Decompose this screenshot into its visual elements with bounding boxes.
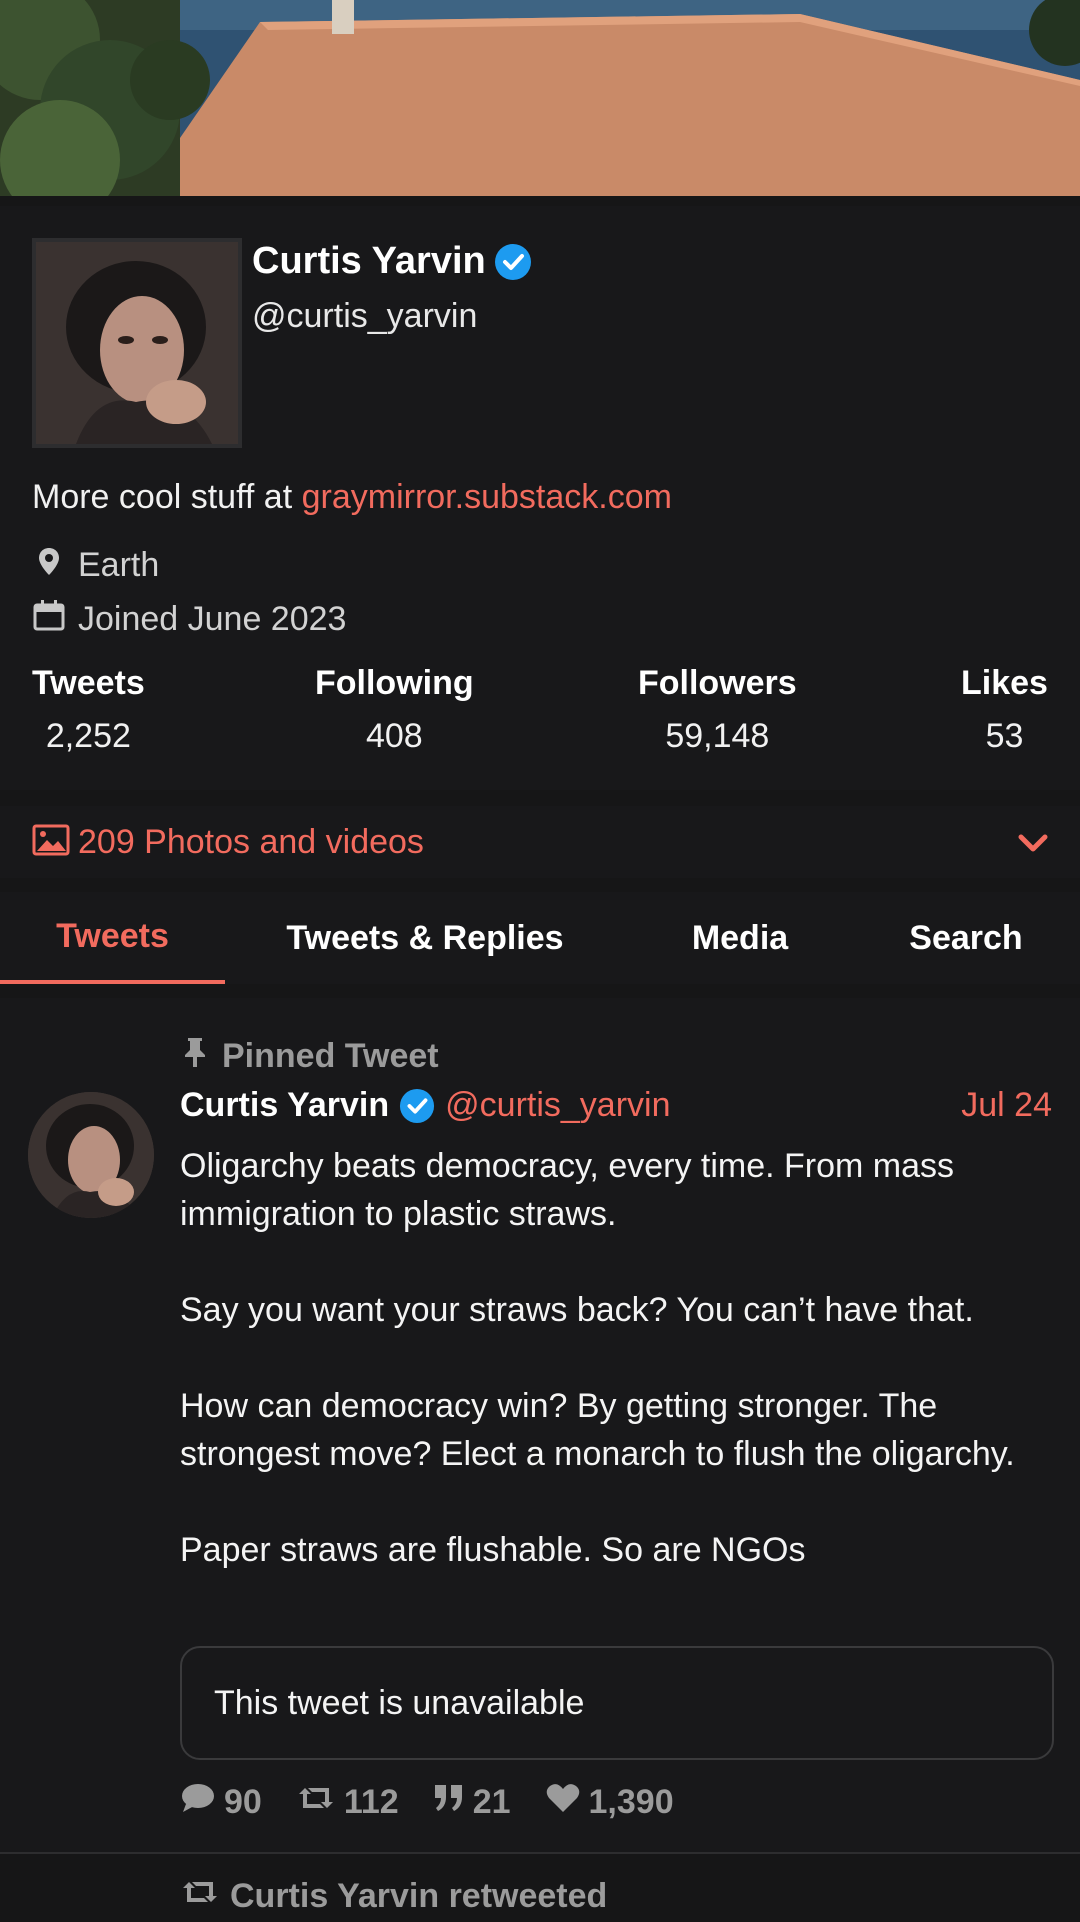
profile-stats: Tweets 2,252 Following 408 Followers 59,… xyxy=(0,664,1080,764)
reply-count: 90 xyxy=(224,1783,262,1821)
retweet-button[interactable]: 112 xyxy=(296,1782,399,1823)
tweet-author-avatar[interactable] xyxy=(28,1092,154,1218)
photos-videos-toggle[interactable]: 209 Photos and videos xyxy=(0,806,1080,878)
verified-badge-icon xyxy=(399,1088,435,1124)
retweet-indicator: Curtis Yarvin retweeted xyxy=(180,1876,607,1917)
retweet-icon xyxy=(180,1876,220,1917)
bio-text: More cool stuff at xyxy=(32,478,302,516)
location-pin-icon xyxy=(32,544,66,587)
tweet-paragraph: Say you want your straws back? You can’t… xyxy=(180,1291,974,1329)
stat-following[interactable]: Following 408 xyxy=(315,664,474,756)
stat-label: Following xyxy=(315,664,474,702)
chevron-down-icon[interactable] xyxy=(1016,826,1050,865)
like-count: 1,390 xyxy=(588,1783,674,1821)
pinned-indicator: Pinned Tweet xyxy=(180,1036,439,1077)
stat-followers[interactable]: Followers 59,148 xyxy=(638,664,797,756)
retweet-icon xyxy=(296,1782,336,1823)
stat-value: 2,252 xyxy=(45,717,131,755)
tweet-author-name[interactable]: Curtis Yarvin xyxy=(180,1086,389,1125)
quote-count: 21 xyxy=(472,1783,511,1821)
stat-value: 408 xyxy=(365,717,423,755)
tweet-author-handle[interactable]: @curtis_yarvin xyxy=(445,1086,670,1125)
stat-likes[interactable]: Likes 53 xyxy=(961,664,1048,756)
stat-value: 59,148 xyxy=(665,717,770,755)
comment-icon xyxy=(180,1782,216,1823)
calendar-icon xyxy=(32,598,66,641)
profile-joined: Joined June 2023 xyxy=(32,598,346,641)
profile-bio: More cool stuff at graymirror.substack.c… xyxy=(32,478,672,517)
tab-tweets[interactable]: Tweets xyxy=(0,892,225,984)
profile-tabs: Tweets Tweets & Replies Media Search xyxy=(0,892,1080,984)
quote-icon xyxy=(433,1783,465,1822)
photos-videos-label: 209 Photos and videos xyxy=(78,822,424,861)
profile-fullname-text: Curtis Yarvin xyxy=(252,240,486,282)
profile-location: Earth xyxy=(32,544,159,587)
tweet-item[interactable]: Pinned Tweet Curtis Yarvin @curtis_yarvi… xyxy=(0,998,1080,1852)
joined-text: Joined June 2023 xyxy=(78,600,347,638)
profile-card: Curtis Yarvin @curtis_yarvin More cool s… xyxy=(0,206,1080,790)
pin-icon xyxy=(180,1036,210,1077)
profile-avatar[interactable] xyxy=(32,238,242,448)
quote-button[interactable]: 21 xyxy=(433,1783,511,1822)
tweet-body: Oligarchy beats democracy, every time. F… xyxy=(180,1142,1060,1574)
quoted-tweet-text: This tweet is unavailable xyxy=(214,1683,585,1722)
pinned-label: Pinned Tweet xyxy=(222,1037,439,1075)
bio-link[interactable]: graymirror.substack.com xyxy=(302,478,672,516)
location-text: Earth xyxy=(78,546,160,584)
tab-tweets-replies[interactable]: Tweets & Replies xyxy=(235,892,615,984)
reply-button[interactable]: 90 xyxy=(180,1782,262,1823)
stat-label: Likes xyxy=(961,664,1048,702)
stat-label: Tweets xyxy=(32,664,145,702)
tweet-paragraph: Oligarchy beats democracy, every time. F… xyxy=(180,1147,955,1233)
like-button[interactable]: 1,390 xyxy=(545,1782,674,1823)
profile-fullname: Curtis Yarvin xyxy=(252,240,532,283)
tweet-actions: 90 112 21 1,390 xyxy=(180,1782,708,1823)
tweet-header: Curtis Yarvin @curtis_yarvin Jul 24 xyxy=(180,1086,1052,1125)
image-icon xyxy=(32,824,70,861)
verified-badge-icon xyxy=(494,243,532,281)
tweet-date[interactable]: Jul 24 xyxy=(961,1086,1052,1125)
heart-icon xyxy=(545,1782,581,1823)
profile-username: @curtis_yarvin xyxy=(252,297,478,335)
profile-banner[interactable] xyxy=(0,0,1080,196)
stat-label: Followers xyxy=(638,664,797,702)
retweet-count: 112 xyxy=(343,1783,399,1821)
tab-media[interactable]: Media xyxy=(640,892,840,984)
quoted-tweet[interactable]: This tweet is unavailable xyxy=(180,1646,1054,1760)
retweeted-label: Curtis Yarvin retweeted xyxy=(230,1877,608,1915)
tweet-paragraph: How can democracy win? By getting strong… xyxy=(180,1387,1015,1473)
timeline-divider xyxy=(0,1852,1080,1854)
stat-value: 53 xyxy=(985,717,1024,755)
stat-tweets[interactable]: Tweets 2,252 xyxy=(32,664,145,756)
tweet-paragraph: Paper straws are flushable. So are NGOs xyxy=(180,1531,806,1569)
tab-search[interactable]: Search xyxy=(866,892,1066,984)
